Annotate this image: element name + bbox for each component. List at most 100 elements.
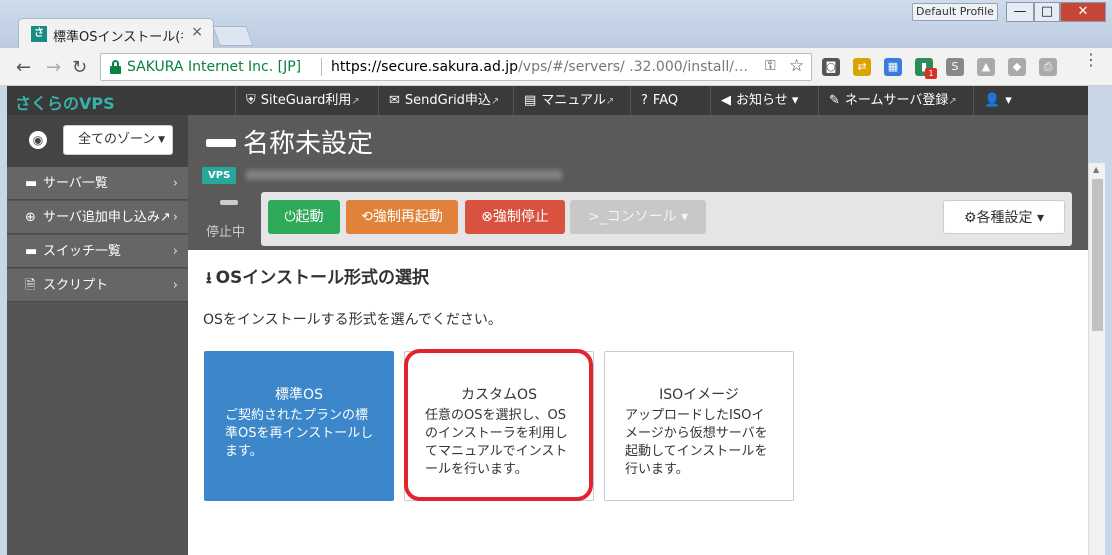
nav-icon: ⛨ (246, 93, 256, 108)
server-header: 名称未設定 VPS 停止中 ⏻起動 ⟲強制再起動 ⊗強制停止 >_コンソール ▾… (188, 115, 1088, 250)
nav-label: SendGrid申込 (404, 93, 491, 108)
server-status: 停止中 (206, 225, 246, 240)
vps-badge: VPS (202, 167, 237, 184)
iso-image-card[interactable]: ISOイメージ アップロードしたISOイメージから仮想サーバを起動してインストー… (604, 351, 794, 501)
chevron-right-icon: › (172, 278, 178, 293)
force-stop-button[interactable]: ⊗強制停止 (465, 200, 565, 234)
card-title: 標準OS (275, 387, 323, 403)
sidebar-item-label: サーバ追加申し込み↗ (43, 210, 171, 225)
force-restart-button[interactable]: ⟲強制再起動 (346, 200, 458, 234)
url-text[interactable]: https://secure.sakura.ad.jp/vps/#/server… (331, 59, 751, 75)
address-separator (321, 58, 322, 76)
browser-toolbar: ← → ↻ SAKURA Internet Inc. [JP] https://… (0, 48, 1112, 86)
nav-icon: ▤ (524, 93, 537, 108)
sidebar-item-icon: ▬ (25, 244, 38, 259)
back-arrow-icon[interactable]: ← (16, 57, 31, 78)
brand-logo[interactable]: さくらのVPS (15, 90, 115, 114)
settings-button[interactable]: ⚙各種設定 ▾ (943, 200, 1065, 234)
extension-icon[interactable]: ⇄ (853, 58, 871, 76)
sidebar-item-label: サーバ一覧 (43, 176, 108, 191)
app-header: さくらのVPS ⛨ SiteGuard利用↗ ✉ SendGrid申込↗ ▤ マニュアル↗… (7, 86, 1088, 115)
close-window-button[interactable]: ✕ (1060, 2, 1106, 22)
forward-arrow-icon[interactable]: → (46, 57, 61, 78)
start-button[interactable]: ⏻起動 (268, 200, 340, 234)
nav-label: お知らせ ▾ (736, 93, 799, 108)
status-indicator-icon (220, 200, 238, 205)
browser-menu-icon[interactable]: ⋮ (1083, 52, 1099, 68)
scroll-thumb[interactable] (1092, 179, 1103, 331)
extension-badge: 1 (925, 68, 937, 79)
sidebar-item-icon: ⊕ (25, 210, 36, 225)
pocket-icon[interactable]: ◙ (822, 58, 840, 76)
section-title: ⭳ OSインストール形式の選択 (206, 268, 429, 288)
minimize-button[interactable]: — (1006, 2, 1034, 22)
nav-item-6[interactable]: 👤 ▾ (973, 86, 1088, 115)
standard-os-card[interactable]: 標準OS ご契約されたプランの標準OSを再インストールします。 (204, 351, 394, 501)
reload-icon[interactable]: ↻ (72, 57, 87, 78)
nav-icon: 👤 (984, 93, 1001, 108)
nav-icon: ? (641, 93, 648, 108)
maximize-button[interactable]: □ (1034, 2, 1060, 22)
section-description: OSをインストールする形式を選んでください。 (203, 312, 502, 328)
card-body: アップロードしたISOイメージから仮想サーバを起動してインストールを行います。 (625, 408, 768, 477)
sidebar-item-2[interactable]: ▬ スイッチ一覧 › (7, 235, 188, 268)
tab-title: 標準OSインストール(名 (53, 30, 183, 45)
page-scrollbar[interactable]: ▲ (1088, 163, 1105, 555)
nav-item-5[interactable]: ✎ ネームサーバ登録↗ (818, 86, 973, 115)
sidebar-item-icon: 🗎 (25, 278, 36, 293)
external-link-icon: ↗ (490, 96, 500, 107)
chevron-right-icon: › (172, 176, 178, 191)
nav-icon: ✎ (829, 93, 840, 108)
console-button[interactable]: >_コンソール ▾ (570, 200, 706, 234)
site-identity[interactable]: SAKURA Internet Inc. [JP] (127, 59, 301, 75)
new-tab-button[interactable] (212, 26, 254, 46)
key-icon[interactable]: ⚿ (765, 58, 776, 74)
window-titlebar: さ 標準OSインストール(名 × Default Profile — □ ✕ (0, 0, 1112, 48)
external-link-icon: ↗ (351, 96, 360, 107)
drive-icon[interactable]: ▲ (977, 58, 995, 76)
nav-item-2[interactable]: ▤ マニュアル↗ (513, 86, 630, 115)
card-title: ISOイメージ (659, 387, 739, 403)
nav-item-1[interactable]: ✉ SendGrid申込↗ (378, 86, 513, 115)
zone-select[interactable]: 全てのゾーン ▼ (63, 125, 173, 155)
chevron-right-icon: › (172, 210, 178, 225)
external-link-icon: ↗ (948, 96, 957, 107)
nav-label: FAQ (652, 93, 679, 108)
nav-label: ネームサーバ登録 (844, 93, 949, 108)
tab-close-icon[interactable]: × (191, 24, 203, 40)
browser-tab[interactable]: さ 標準OSインストール(名 × (18, 18, 214, 48)
caret-down-icon: ▼ (158, 135, 165, 145)
sidebar-item-0[interactable]: ▬ サーバ一覧 › (7, 167, 188, 200)
globe-icon: ◉ (29, 131, 47, 149)
server-icon (206, 139, 236, 147)
sidebar-item-label: スクリプト (43, 278, 109, 293)
nav-label: ▾ (1005, 93, 1012, 108)
s-icon[interactable]: S (946, 58, 964, 76)
sakura-favicon-icon: さ (31, 26, 47, 42)
calendar-icon[interactable]: ▦ (884, 58, 902, 76)
sidebar-item-1[interactable]: ⊕ サーバ追加申し込み↗ › (7, 201, 188, 234)
scroll-up-icon[interactable]: ▲ (1093, 165, 1099, 174)
card-body: ご契約されたプランの標準OSを再インストールします。 (225, 408, 374, 459)
address-bar[interactable]: SAKURA Internet Inc. [JP] https://secure… (100, 53, 812, 81)
zone-select-value: 全てのゾーン (78, 132, 156, 147)
sidebar-item-label: スイッチ一覧 (43, 244, 122, 259)
server-actions: ⏻起動 ⟲強制再起動 ⊗強制停止 >_コンソール ▾ ⚙各種設定 ▾ (261, 192, 1072, 246)
chevron-right-icon: › (172, 244, 178, 259)
lock-icon (110, 60, 121, 74)
server-name[interactable]: 名称未設定 (243, 123, 373, 160)
sidebar: ◉ 全てのゾーン ▼ ▬ サーバ一覧 › ⊕ サーバ追加申し込み↗ › ▬ スイッチ一覧 › 🗎 ス… (7, 115, 188, 555)
install-section: ⭳ OSインストール形式の選択 OSをインストールする形式を選んでください。 標準… (188, 250, 1088, 555)
profile-button[interactable]: Default Profile (912, 3, 998, 21)
external-link-icon: ↗ (605, 96, 615, 107)
nav-item-0[interactable]: ⛨ SiteGuard利用↗ (235, 86, 378, 115)
sidebar-item-3[interactable]: 🗎 スクリプト › (7, 269, 188, 302)
main-content: 名称未設定 VPS 停止中 ⏻起動 ⟲強制再起動 ⊗強制停止 >_コンソール ▾… (188, 115, 1088, 555)
nav-item-3[interactable]: ? FAQ (630, 86, 710, 115)
bookmark-star-icon[interactable]: ☆ (789, 56, 804, 76)
nav-item-4[interactable]: ◀ お知らせ ▾ (710, 86, 818, 115)
server-info-redacted (246, 170, 562, 180)
nav-label: マニュアル (541, 93, 606, 108)
pdf-icon[interactable]: ⎙ (1039, 58, 1057, 76)
dropbox-icon[interactable]: ◆ (1008, 58, 1026, 76)
